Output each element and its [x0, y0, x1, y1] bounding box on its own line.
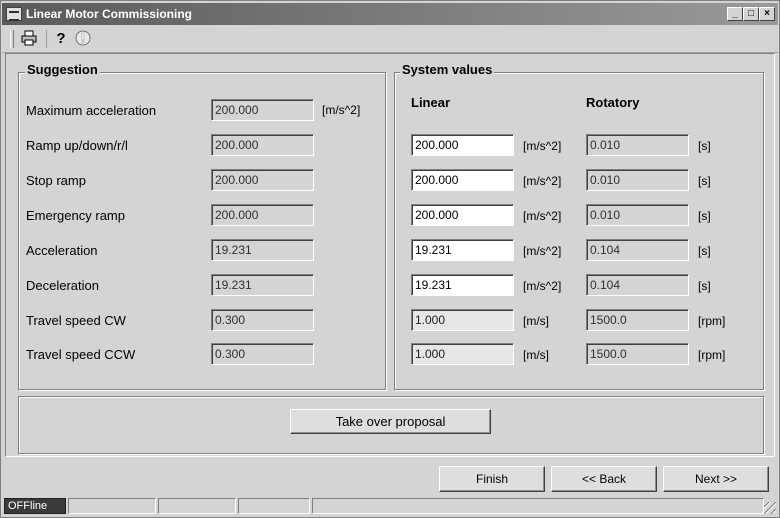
suggestion-emergency-ramp-value: 200.000 — [211, 204, 314, 226]
label-ramp: Ramp up/down/r/l — [26, 138, 128, 153]
label-acceleration: Acceleration — [26, 243, 98, 258]
linear-emergency-ramp-input[interactable]: 200.000 — [411, 204, 514, 226]
status-pane-4 — [238, 498, 310, 514]
rotatory-travel-speed-ccw-value: 1500.0 — [586, 343, 689, 365]
label-travel-speed-ccw: Travel speed CCW — [26, 347, 136, 362]
linear-ramp-input[interactable]: 200.000 — [411, 134, 514, 156]
suggestion-max-acceleration-unit: [m/s^2] — [322, 103, 361, 117]
label-travel-speed-cw: Travel speed CW — [26, 313, 126, 328]
suggestion-ramp-value: 200.000 — [211, 134, 314, 156]
suggestion-legend: Suggestion — [25, 62, 100, 77]
linear-unit: [m/s^2] — [523, 174, 562, 188]
label-max-acceleration: Maximum acceleration — [26, 103, 157, 118]
label-emergency-ramp: Emergency ramp — [26, 208, 125, 223]
linear-unit: [m/s^2] — [523, 244, 562, 258]
rotatory-emergency-ramp-value: 0.010 — [586, 204, 689, 226]
rotatory-unit: [s] — [698, 279, 711, 293]
back-button[interactable]: << Back — [551, 466, 657, 492]
label-deceleration: Deceleration — [26, 278, 99, 293]
linear-stop-ramp-input[interactable]: 200.000 — [411, 169, 514, 191]
suggestion-deceleration-value: 19.231 — [211, 274, 314, 296]
rotatory-column-header: Rotatory — [586, 95, 640, 110]
status-bar: OFFline — [2, 496, 778, 516]
suggestion-travel-speed-cw-value: 0.300 — [211, 309, 314, 331]
status-mode: OFFline — [4, 498, 66, 514]
linear-travel-speed-ccw-input[interactable]: 1.000 — [411, 343, 514, 365]
status-pane-2 — [68, 498, 156, 514]
toolbar-grip[interactable] — [10, 30, 14, 48]
rotatory-unit: [rpm] — [698, 348, 726, 362]
minimize-button[interactable]: _ — [727, 7, 743, 21]
help-icon[interactable]: ? — [52, 30, 70, 48]
printer-icon[interactable] — [20, 30, 38, 48]
status-pane-3 — [158, 498, 236, 514]
rotatory-unit: [s] — [698, 174, 711, 188]
linear-column-header: Linear — [411, 95, 451, 110]
client-area: Suggestion Maximum acceleration 200.000 … — [5, 53, 775, 457]
suggestion-stop-ramp-value: 200.000 — [211, 169, 314, 191]
linear-acceleration-input[interactable]: 19.231 — [411, 239, 514, 261]
take-over-proposal-button[interactable]: Take over proposal — [290, 409, 491, 434]
rotatory-deceleration-value: 0.104 — [586, 274, 689, 296]
title-bar[interactable]: Linear Motor Commissioning _ □ × — [2, 3, 778, 25]
suggestion-travel-speed-ccw-value: 0.300 — [211, 343, 314, 365]
linear-travel-speed-cw-input[interactable]: 1.000 — [411, 309, 514, 331]
rotatory-unit: [s] — [698, 244, 711, 258]
suggestion-acceleration-value: 19.231 — [211, 239, 314, 261]
rotatory-travel-speed-cw-value: 1500.0 — [586, 309, 689, 331]
finish-button[interactable]: Finish — [439, 466, 545, 492]
rotatory-ramp-value: 0.010 — [586, 134, 689, 156]
rotatory-stop-ramp-value: 0.010 — [586, 169, 689, 191]
status-pane-5 — [312, 498, 764, 514]
main-window: Linear Motor Commissioning _ □ × ? Sugge… — [0, 0, 780, 518]
toolbar-separator — [46, 30, 47, 48]
rotatory-unit: [s] — [698, 209, 711, 223]
window-title: Linear Motor Commissioning — [26, 7, 193, 21]
app-icon[interactable] — [6, 7, 22, 21]
info-icon[interactable] — [74, 30, 92, 48]
linear-unit: [m/s^2] — [523, 279, 562, 293]
label-stop-ramp: Stop ramp — [26, 173, 86, 188]
system-values-legend: System values — [400, 62, 495, 77]
linear-unit: [m/s] — [523, 314, 549, 328]
suggestion-max-acceleration-value: 200.000 — [211, 99, 314, 121]
linear-unit: [m/s^2] — [523, 209, 562, 223]
rotatory-unit: [s] — [698, 139, 711, 153]
linear-deceleration-input[interactable]: 19.231 — [411, 274, 514, 296]
toolbar: ? — [2, 26, 778, 53]
resize-grip[interactable] — [764, 502, 776, 514]
rotatory-acceleration-value: 0.104 — [586, 239, 689, 261]
next-button[interactable]: Next >> — [663, 466, 769, 492]
linear-unit: [m/s] — [523, 348, 549, 362]
close-button[interactable]: × — [759, 7, 775, 21]
rotatory-unit: [rpm] — [698, 314, 726, 328]
maximize-button[interactable]: □ — [743, 7, 759, 21]
linear-unit: [m/s^2] — [523, 139, 562, 153]
suggestion-group — [18, 72, 386, 390]
